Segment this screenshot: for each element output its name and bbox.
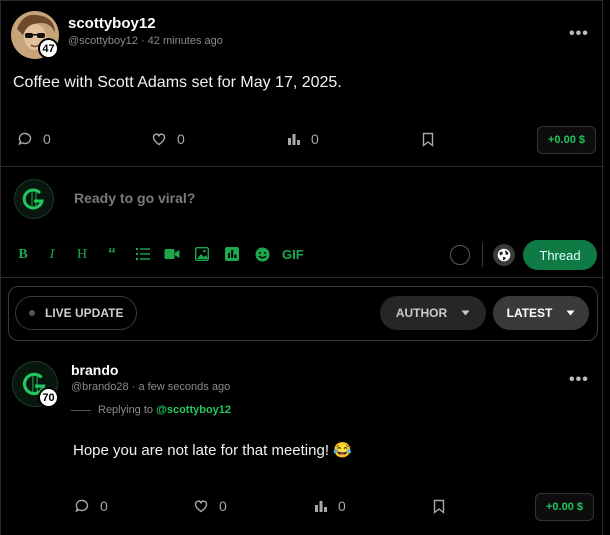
comment-button[interactable]: 0 [74, 498, 108, 514]
bold-icon[interactable]: B [15, 246, 31, 264]
emoji-icon[interactable] [255, 247, 270, 262]
tip-button[interactable]: +0.00 $ [535, 493, 595, 521]
poll-icon[interactable] [225, 247, 239, 261]
bar-chart-icon [315, 501, 327, 512]
bookmark-icon[interactable] [433, 499, 445, 519]
more-dots-icon[interactable]: ••• [569, 371, 589, 389]
comment-icon [18, 132, 32, 146]
latest-sort-label: LATEST [506, 306, 553, 320]
toolbar-separator [482, 243, 483, 267]
heart-icon [152, 133, 166, 146]
bar-chart-icon [288, 134, 300, 145]
post-text: Coffee with Scott Adams set for May 17, … [13, 74, 342, 91]
globe-icon [497, 248, 511, 262]
views-count: 0 [338, 498, 346, 514]
video-icon[interactable] [164, 248, 180, 260]
tip-button[interactable]: +0.00 $ [537, 126, 597, 154]
like-button[interactable]: 0 [151, 131, 185, 147]
reply-text: Hope you are not late for that meeting! … [73, 442, 352, 459]
live-update-button[interactable]: LIVE UPDATE [15, 296, 138, 330]
like-button[interactable]: 0 [193, 498, 227, 514]
reply-username[interactable]: brando [71, 362, 118, 378]
divider [1, 166, 604, 167]
post-handle[interactable]: @scottyboy12 [68, 35, 138, 47]
like-count: 0 [219, 498, 227, 514]
heading-icon[interactable]: H [74, 246, 90, 264]
image-icon[interactable] [195, 247, 209, 261]
char-count-circle [450, 245, 470, 265]
live-dot-icon [29, 310, 35, 316]
quote-icon[interactable]: “ [104, 246, 120, 264]
feed-panel: 47 scottyboy12 @scottyboy12 · 42 minutes… [0, 0, 604, 535]
composer-input[interactable]: Ready to go viral? [74, 190, 195, 206]
views-button[interactable]: 0 [314, 498, 346, 514]
post-username[interactable]: scottyboy12 [68, 15, 156, 32]
views-button[interactable]: 0 [287, 131, 319, 147]
author-filter-label: AUTHOR [395, 306, 448, 320]
views-count: 0 [311, 131, 319, 147]
italic-icon[interactable]: I [45, 246, 59, 264]
comment-button[interactable]: 0 [17, 131, 51, 147]
heart-icon [194, 500, 208, 513]
reply-handle[interactable]: @brando28 [71, 381, 129, 393]
divider [1, 277, 604, 278]
post-meta: @scottyboy12 · 42 minutes ago [68, 35, 223, 47]
post-time: 42 minutes ago [147, 35, 223, 47]
level-badge: 47 [38, 38, 59, 59]
more-dots-icon[interactable]: ••• [569, 25, 589, 43]
level-badge: 70 [38, 387, 59, 408]
visibility-button[interactable] [493, 244, 515, 266]
composer-avatar [14, 179, 54, 219]
author-filter-dropdown[interactable]: AUTHOR [380, 296, 486, 330]
replying-to: Replying to @scottyboy12 [98, 404, 231, 416]
replying-prefix: Replying to [98, 404, 154, 416]
reply-meta: @brando28 · a few seconds ago [71, 381, 230, 393]
chevron-down-icon [566, 310, 575, 316]
brand-g-logo-icon [22, 188, 44, 210]
chevron-down-icon [461, 310, 470, 316]
comment-count: 0 [100, 498, 108, 514]
comment-icon [75, 499, 89, 513]
reply-time: a few seconds ago [138, 381, 231, 393]
replying-mention-link[interactable]: @scottyboy12 [156, 404, 231, 416]
like-count: 0 [177, 131, 185, 147]
thread-button[interactable]: Thread [523, 240, 597, 270]
latest-sort-dropdown[interactable]: LATEST [493, 296, 589, 330]
live-update-label: LIVE UPDATE [45, 306, 124, 320]
gif-button[interactable]: GIF [282, 247, 304, 262]
reply-connector-line [71, 410, 91, 411]
bookmark-icon[interactable] [422, 132, 434, 152]
list-icon[interactable] [135, 247, 151, 261]
meta-separator: · [140, 35, 148, 47]
comment-count: 0 [43, 131, 51, 147]
